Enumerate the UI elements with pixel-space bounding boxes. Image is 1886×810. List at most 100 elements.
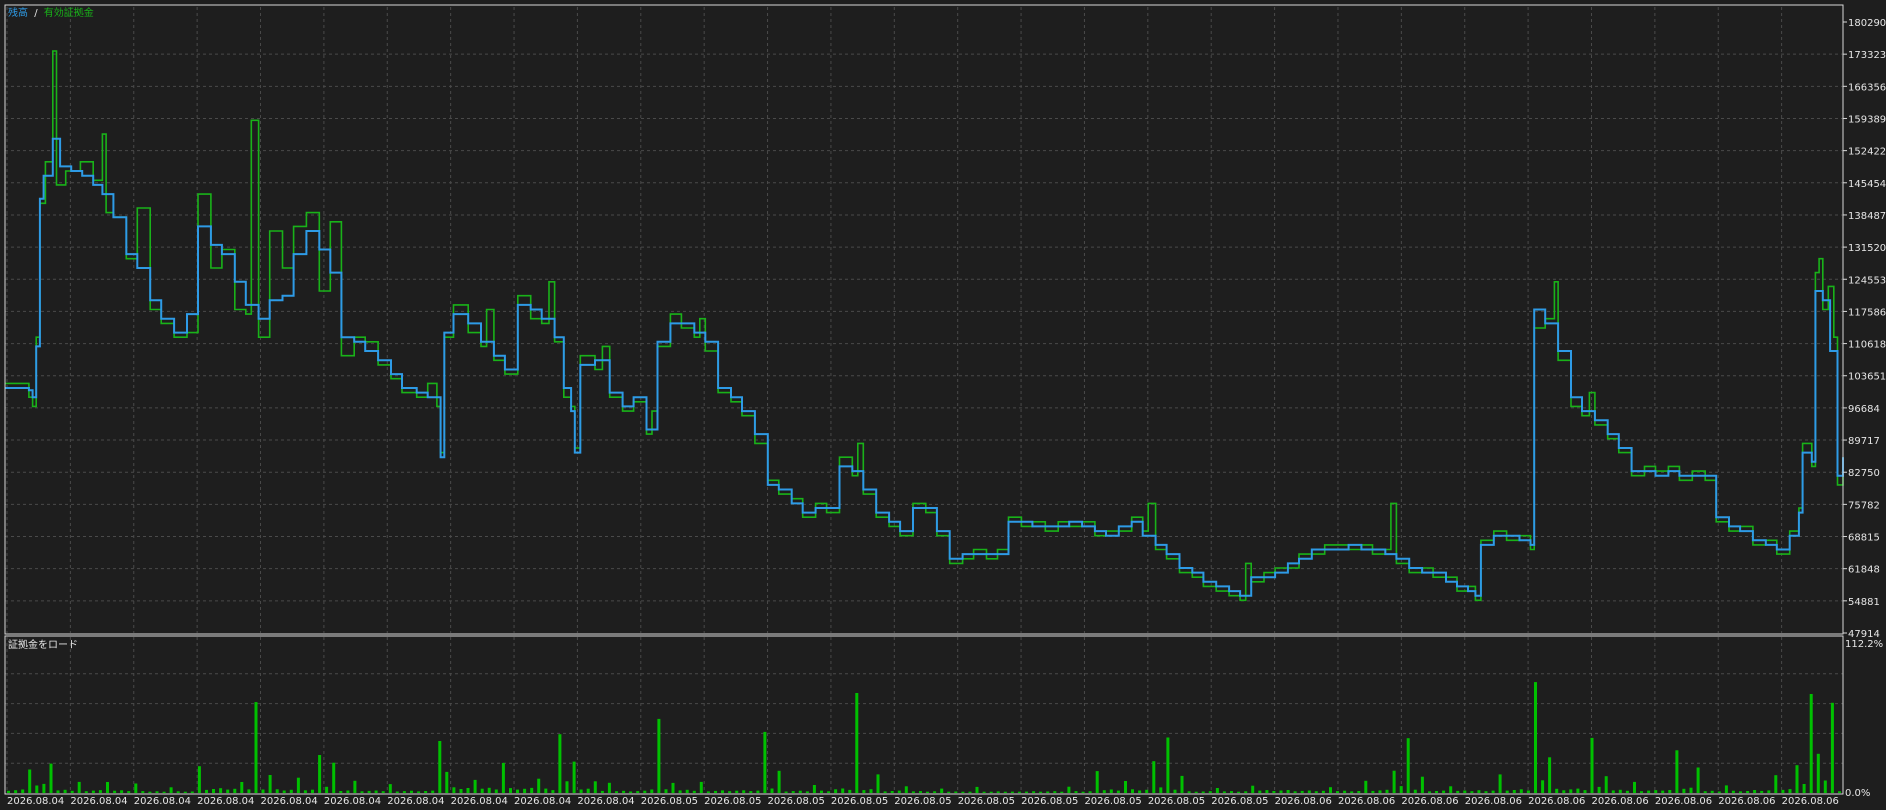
deposit-load-bar — [1187, 791, 1191, 793]
deposit-load-bar — [883, 791, 887, 793]
deposit-load-bar — [572, 761, 576, 793]
deposit-load-bar — [473, 779, 477, 793]
deposit-load-bar — [113, 790, 117, 793]
y-tick-label: 110618 — [1848, 340, 1886, 351]
deposit-load-bar — [975, 786, 979, 793]
deposit-load-bar — [1710, 790, 1714, 793]
deposit-load-bar — [353, 780, 357, 793]
deposit-load-bar — [28, 769, 32, 793]
y-tick-label: 159389 — [1848, 114, 1886, 125]
deposit-load-bar — [487, 787, 491, 793]
deposit-load-bar — [699, 781, 703, 793]
x-tick-label: 2026.08.06 — [1782, 796, 1839, 807]
deposit-load-bar — [1802, 784, 1806, 793]
deposit-load-bar — [212, 789, 215, 793]
deposit-load-bar — [890, 791, 894, 793]
deposit-load-bar — [1816, 753, 1820, 793]
deposit-load-bar — [205, 789, 208, 793]
deposit-load-bar — [1753, 790, 1757, 793]
deposit-load-bar — [1633, 781, 1636, 793]
deposit-load-bar — [1166, 737, 1170, 793]
deposit-load-bar — [183, 791, 187, 793]
chart-background — [0, 0, 1886, 810]
deposit-load-bar — [459, 789, 463, 793]
x-tick-label: 2026.08.04 — [387, 796, 444, 807]
deposit-load-bar — [1074, 791, 1078, 793]
deposit-load-bar — [1576, 788, 1580, 793]
deposit-load-bar — [1053, 791, 1057, 793]
deposit-load-bar — [1060, 791, 1064, 793]
deposit-load-bar — [1399, 786, 1403, 793]
deposit-load-bar — [134, 783, 138, 793]
deposit-load-bar — [763, 731, 767, 793]
x-tick-label: 2026.08.05 — [1211, 796, 1268, 807]
deposit-load-bar — [169, 787, 173, 793]
deposit-load-bar — [1194, 791, 1198, 793]
deposit-load-bar — [911, 791, 915, 793]
deposit-load-bar — [523, 788, 527, 793]
legend: 残高 / 有効証拠金 — [8, 6, 94, 19]
x-tick-label: 2026.08.05 — [1021, 796, 1078, 807]
deposit-load-bar — [296, 777, 300, 793]
deposit-load-bar — [49, 763, 53, 793]
deposit-load-bar — [1251, 785, 1255, 793]
sub-y-max-label: 112.2% — [1845, 639, 1883, 650]
deposit-load-bar — [395, 791, 399, 793]
deposit-load-bar — [777, 770, 781, 793]
deposit-load-bar — [431, 790, 435, 793]
deposit-load-bar — [862, 790, 866, 793]
deposit-load-bar — [1809, 694, 1813, 793]
deposit-load-bar — [233, 788, 237, 793]
deposit-load-bar — [657, 718, 661, 793]
deposit-load-bar — [692, 790, 696, 793]
deposit-load-bar — [402, 791, 406, 793]
deposit-load-bar — [381, 791, 385, 793]
deposit-load-bar — [1590, 737, 1594, 793]
deposit-load-bar — [706, 791, 710, 793]
deposit-load-bar — [325, 786, 329, 793]
y-tick-label: 103651 — [1848, 372, 1886, 383]
deposit-load-bar — [155, 791, 159, 793]
deposit-load-bar — [14, 790, 18, 793]
deposit-load-bar — [226, 789, 230, 793]
deposit-load-bar — [1138, 790, 1142, 793]
deposit-load-bar — [120, 790, 124, 793]
x-tick-label: 2026.08.05 — [704, 796, 761, 807]
deposit-load-bar — [869, 789, 873, 793]
x-tick-label: 2026.08.05 — [1084, 796, 1141, 807]
deposit-load-bar — [480, 788, 484, 793]
deposit-load-bar — [650, 789, 654, 793]
deposit-load-bar — [982, 791, 986, 793]
deposit-load-bar — [1286, 790, 1290, 793]
deposit-load-bar — [805, 791, 809, 793]
x-tick-label: 2026.08.04 — [514, 796, 571, 807]
deposit-load-bar — [91, 790, 95, 793]
deposit-load-bar — [600, 790, 604, 793]
deposit-load-bar — [1208, 791, 1212, 793]
deposit-load-bar — [516, 789, 519, 793]
deposit-load-bar — [127, 791, 131, 793]
x-tick-label: 2026.08.06 — [1718, 796, 1775, 807]
deposit-load-bar — [501, 762, 505, 793]
deposit-load-bar — [1795, 765, 1799, 793]
deposit-load-bar — [629, 791, 633, 793]
deposit-load-bar — [35, 785, 39, 793]
deposit-load-bar — [1244, 791, 1248, 793]
deposit-load-bar — [1279, 790, 1283, 793]
deposit-load-bar — [834, 789, 838, 793]
deposit-load-bar — [1838, 791, 1841, 793]
deposit-load-bar — [607, 782, 611, 793]
deposit-load-bar — [346, 790, 350, 793]
y-tick-label: 138487 — [1848, 211, 1886, 222]
deposit-load-bar — [1131, 789, 1134, 793]
deposit-load-bar — [1569, 789, 1573, 793]
deposit-load-bar — [1442, 790, 1446, 793]
deposit-load-bar — [424, 791, 428, 793]
deposit-load-bar — [1731, 790, 1735, 793]
deposit-load-bar — [1067, 786, 1071, 793]
deposit-load-bar — [897, 790, 901, 793]
deposit-load-bar — [7, 790, 10, 793]
deposit-load-bar — [678, 790, 682, 793]
deposit-load-bar — [756, 790, 760, 793]
deposit-load-bar — [947, 791, 951, 793]
